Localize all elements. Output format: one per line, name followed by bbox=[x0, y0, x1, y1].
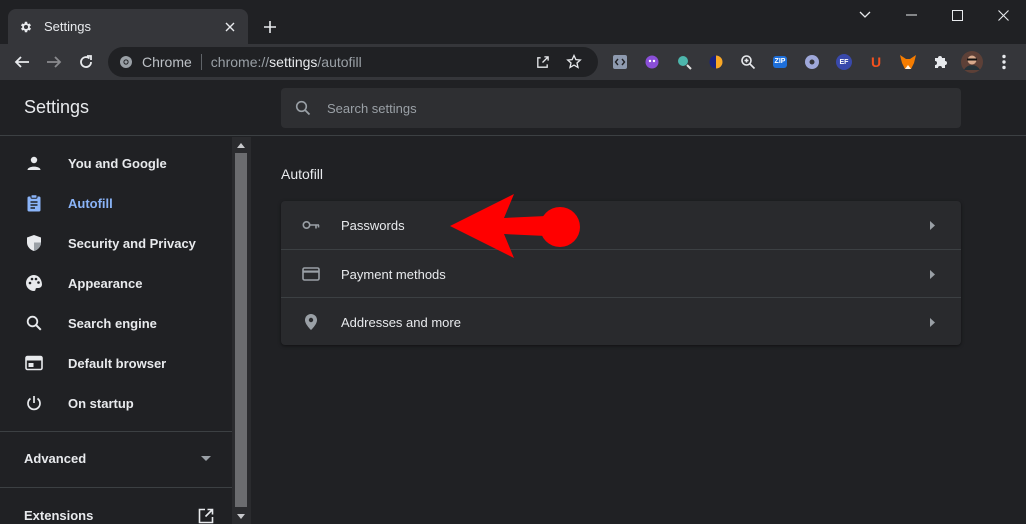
sidebar: You and Google Autofill Security and Pri… bbox=[0, 137, 232, 524]
extensions-label: Extensions bbox=[24, 508, 94, 523]
url-text[interactable]: chrome://settings/autofill bbox=[211, 54, 524, 70]
row-label: Passwords bbox=[341, 217, 405, 233]
section-title: Autofill bbox=[281, 166, 324, 182]
sidebar-scrollbar[interactable] bbox=[232, 137, 250, 524]
zip-extension-icon[interactable]: ZIP bbox=[768, 50, 792, 74]
location-pin-icon bbox=[301, 312, 321, 332]
address-bar[interactable]: Chrome chrome://settings/autofill bbox=[108, 47, 598, 77]
url-path: /autofill bbox=[317, 54, 362, 70]
settings-header: Settings bbox=[0, 80, 1026, 136]
bookmark-star-icon[interactable] bbox=[560, 48, 588, 76]
row-payment-methods[interactable]: Payment methods bbox=[281, 250, 961, 298]
row-addresses-and-more[interactable]: Addresses and more bbox=[281, 298, 961, 346]
sidebar-item-label: On startup bbox=[68, 395, 134, 411]
sidebar-divider bbox=[0, 487, 232, 488]
site-label: Chrome bbox=[142, 54, 192, 70]
scrollbar-thumb[interactable] bbox=[235, 153, 247, 507]
omnibox-divider bbox=[200, 54, 202, 70]
url-prefix: chrome:// bbox=[210, 54, 270, 70]
tab-settings[interactable]: Settings bbox=[8, 9, 248, 44]
shield-icon bbox=[24, 233, 44, 253]
open-in-new-icon bbox=[196, 506, 216, 524]
dev-tools-extension-icon[interactable] bbox=[608, 50, 632, 74]
tab-search-icon[interactable] bbox=[842, 0, 888, 30]
browser-window-icon bbox=[24, 353, 44, 373]
row-label: Addresses and more bbox=[341, 314, 461, 330]
search-settings-box[interactable] bbox=[281, 88, 961, 128]
page-title: Settings bbox=[24, 97, 90, 117]
kebab-menu-icon[interactable] bbox=[992, 50, 1016, 74]
arrow-right-icon bbox=[927, 269, 937, 279]
person-icon bbox=[24, 153, 44, 173]
minimize-icon[interactable] bbox=[888, 0, 934, 30]
sidebar-item-appearance[interactable]: Appearance bbox=[0, 263, 232, 303]
u-extension-icon[interactable]: U bbox=[864, 50, 888, 74]
circle-extension-icon[interactable] bbox=[800, 50, 824, 74]
sidebar-divider bbox=[0, 431, 232, 432]
fox-extension-icon[interactable] bbox=[896, 50, 920, 74]
caret-down-icon bbox=[196, 449, 216, 469]
gear-icon bbox=[18, 19, 34, 35]
search-icon bbox=[24, 313, 44, 333]
url-host: settings bbox=[269, 54, 318, 70]
search-icon bbox=[293, 98, 313, 118]
new-tab-button[interactable] bbox=[258, 15, 282, 39]
row-passwords[interactable]: Passwords bbox=[281, 201, 961, 249]
sidebar-item-default-browser[interactable]: Default browser bbox=[0, 343, 232, 383]
credit-card-icon bbox=[301, 264, 321, 284]
sidebar-item-you-and-google[interactable]: You and Google bbox=[0, 143, 232, 183]
sidebar-item-label: Default browser bbox=[68, 355, 167, 371]
power-icon bbox=[24, 393, 44, 413]
arrow-right-icon bbox=[927, 220, 937, 230]
arrow-right-icon bbox=[927, 317, 937, 327]
half-moon-extension-icon[interactable] bbox=[704, 50, 728, 74]
sidebar-item-label: Appearance bbox=[68, 275, 143, 291]
sidebar-advanced-toggle[interactable]: Advanced bbox=[0, 439, 232, 479]
chrome-icon bbox=[118, 54, 134, 70]
clipboard-icon bbox=[24, 193, 44, 213]
palette-icon bbox=[24, 273, 44, 293]
tab-title: Settings bbox=[44, 19, 91, 34]
sidebar-item-label: Security and Privacy bbox=[68, 235, 196, 251]
magnifier-teal-extension-icon[interactable] bbox=[672, 50, 696, 74]
purple-monster-extension-icon[interactable] bbox=[640, 50, 664, 74]
title-bar: Settings bbox=[0, 0, 1026, 44]
sidebar-item-search-engine[interactable]: Search engine bbox=[0, 303, 232, 343]
sidebar-item-label: Autofill bbox=[68, 195, 113, 211]
avatar[interactable] bbox=[960, 50, 984, 74]
ef-extension-icon[interactable]: EF bbox=[832, 50, 856, 74]
close-tab-icon[interactable] bbox=[222, 19, 238, 35]
back-icon[interactable] bbox=[8, 48, 36, 76]
sidebar-item-on-startup[interactable]: On startup bbox=[0, 383, 232, 423]
reload-icon[interactable] bbox=[72, 48, 100, 76]
puzzle-extensions-icon[interactable] bbox=[928, 50, 952, 74]
autofill-card: Passwords Payment methods Addresses and … bbox=[281, 201, 961, 345]
key-icon bbox=[301, 215, 321, 235]
sidebar-item-extensions[interactable]: Extensions bbox=[0, 496, 232, 524]
annotation-arrow-icon bbox=[450, 194, 580, 258]
row-label: Payment methods bbox=[341, 266, 446, 282]
main-divider bbox=[250, 137, 251, 524]
forward-icon[interactable] bbox=[40, 48, 68, 76]
toolbar: Chrome chrome://settings/autofill ZIP EF… bbox=[0, 44, 1026, 80]
scroll-up-icon[interactable] bbox=[236, 140, 246, 150]
share-icon[interactable] bbox=[528, 48, 556, 76]
advanced-label: Advanced bbox=[24, 451, 87, 466]
search-input[interactable] bbox=[327, 100, 949, 116]
maximize-icon[interactable] bbox=[934, 0, 980, 30]
sidebar-item-autofill[interactable]: Autofill bbox=[0, 183, 232, 223]
scroll-down-icon[interactable] bbox=[236, 511, 246, 521]
sidebar-item-label: You and Google bbox=[68, 155, 167, 171]
sidebar-item-security-and-privacy[interactable]: Security and Privacy bbox=[0, 223, 232, 263]
sidebar-item-label: Search engine bbox=[68, 315, 157, 331]
zoom-extension-icon[interactable] bbox=[736, 50, 760, 74]
close-window-icon[interactable] bbox=[980, 0, 1026, 30]
